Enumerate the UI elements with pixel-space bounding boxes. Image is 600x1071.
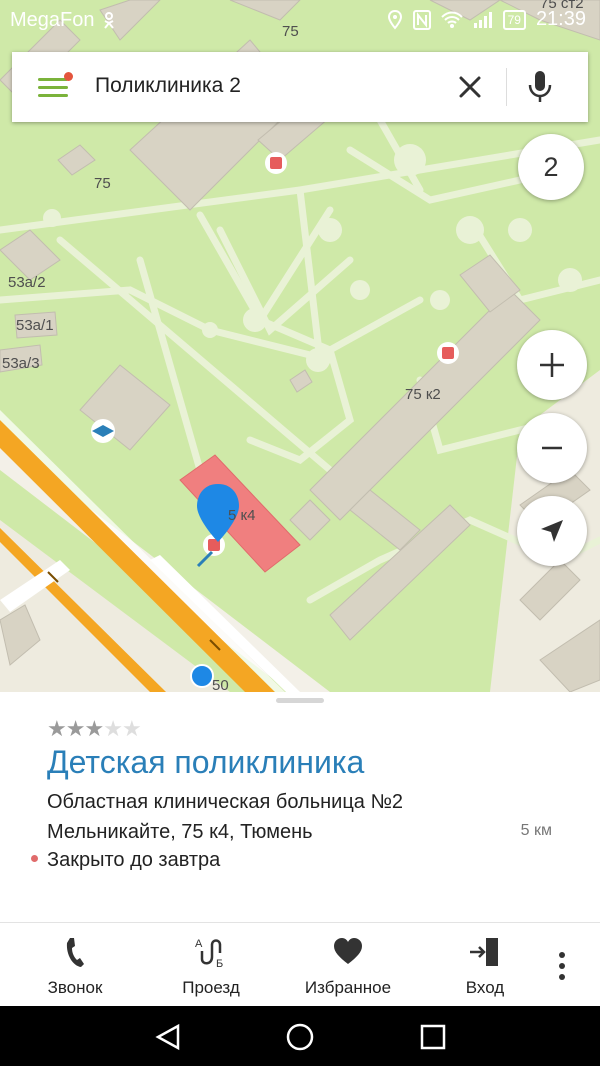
clock: 21:39 xyxy=(535,8,586,30)
action-bar: Звонок А Б Проезд Избранное Вход xyxy=(0,922,600,1007)
phone-icon xyxy=(66,938,84,967)
heart-icon xyxy=(334,938,362,964)
map-label: 53а/2 xyxy=(8,274,46,291)
nfc-icon xyxy=(412,9,431,30)
svg-text:Б: Б xyxy=(216,958,223,969)
location-icon xyxy=(387,9,402,30)
status-bar: MegaFon 79 21:39 xyxy=(0,0,600,40)
status-right: 79 21:39 xyxy=(387,8,586,31)
map-label: 50 xyxy=(212,677,229,692)
carrier-name: MegaFon xyxy=(10,9,95,31)
map-label: 75 xyxy=(94,175,111,192)
plus-icon xyxy=(540,353,564,377)
map-label: 75 к2 xyxy=(405,386,441,403)
wifi-icon xyxy=(440,11,463,28)
zoom-in-button[interactable] xyxy=(517,330,587,400)
odnoklassniki-icon xyxy=(103,11,114,29)
system-navigation-bar xyxy=(0,1006,600,1066)
rating-star: ★ xyxy=(103,716,123,741)
back-icon[interactable] xyxy=(155,1023,180,1051)
search-input[interactable]: Поликлиника 2 xyxy=(95,74,241,98)
layers-count: 2 xyxy=(543,151,559,182)
entrance-icon xyxy=(470,938,498,966)
recent-apps-icon[interactable] xyxy=(420,1024,446,1050)
signal-icon xyxy=(473,11,492,28)
place-card[interactable]: ★★★★★ Детская поликлиника Областная клин… xyxy=(0,692,600,922)
entrance-label: Вход xyxy=(465,978,505,997)
search-divider xyxy=(506,68,507,106)
status-dot xyxy=(31,855,38,862)
navigation-arrow-icon xyxy=(541,520,563,542)
place-address: Мельникайте, 75 к4, Тюмень xyxy=(47,821,313,843)
rating-star: ★ xyxy=(121,716,142,741)
route-label: Проезд xyxy=(182,978,240,997)
entrance-button[interactable]: Вход xyxy=(440,923,530,1007)
home-icon[interactable] xyxy=(286,1023,314,1051)
place-distance: 5 км xyxy=(520,822,552,839)
minus-icon xyxy=(542,446,562,450)
zoom-out-button[interactable] xyxy=(517,413,587,483)
my-location-button[interactable] xyxy=(517,496,587,566)
notification-dot xyxy=(64,72,73,81)
place-status: Закрыто до завтра xyxy=(47,849,221,871)
rating-star: ★ xyxy=(84,716,104,741)
favorite-label: Избранное xyxy=(304,978,392,997)
call-button[interactable]: Звонок xyxy=(30,923,120,1007)
close-icon[interactable] xyxy=(456,73,484,101)
sheet-grabber[interactable] xyxy=(276,698,324,703)
rating-stars: ★★★★★ xyxy=(47,716,142,742)
svg-text:А: А xyxy=(195,938,203,950)
map-label: 53а/1 xyxy=(16,317,54,334)
map-label: 5 к4 xyxy=(228,507,255,524)
route-icon: А Б xyxy=(195,938,223,969)
rating-star: ★ xyxy=(65,716,86,741)
nav-buttons xyxy=(155,1023,446,1051)
search-bar[interactable]: Поликлиника 2 xyxy=(12,52,588,122)
place-title[interactable]: Детская поликлиника xyxy=(47,744,364,781)
favorite-button[interactable]: Избранное xyxy=(300,923,396,1007)
layers-button[interactable]: 2 xyxy=(518,134,584,200)
call-label: Звонок xyxy=(47,978,103,997)
battery-indicator: 79 xyxy=(502,9,526,30)
rating-star: ★ xyxy=(47,716,67,741)
place-organization: Областная клиническая больница №2 xyxy=(47,791,404,813)
route-button[interactable]: А Б Проезд xyxy=(166,923,256,1007)
status-left: MegaFon xyxy=(10,9,115,32)
microphone-icon[interactable] xyxy=(526,70,554,104)
more-options-icon[interactable] xyxy=(552,951,572,981)
map-label: 53а/3 xyxy=(2,355,40,372)
